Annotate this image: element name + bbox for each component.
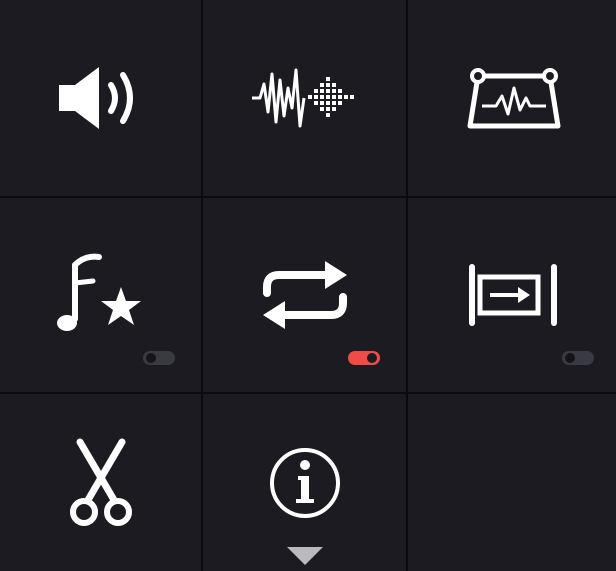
skip-toggle[interactable]	[562, 351, 594, 365]
toggle-knob	[367, 353, 377, 363]
info-icon	[269, 447, 340, 518]
volume-tile[interactable]	[0, 0, 201, 196]
oscilloscope-tile[interactable]	[408, 0, 616, 196]
toggle-knob	[565, 353, 575, 363]
repeat-tile[interactable]	[203, 198, 406, 392]
skip-to-end-icon	[469, 264, 557, 326]
repeat-icon	[262, 261, 347, 329]
trim-tile[interactable]	[0, 394, 201, 571]
oscilloscope-icon	[467, 68, 561, 129]
empty-tile	[408, 394, 616, 571]
skip-to-end-tile[interactable]	[408, 198, 616, 392]
waveform-tile[interactable]	[203, 0, 406, 196]
music-note-star-icon	[56, 253, 141, 331]
scissors-icon	[69, 438, 132, 526]
info-tile[interactable]	[203, 394, 406, 571]
favorite-sound-tile[interactable]	[0, 198, 201, 392]
toggle-knob	[146, 353, 156, 363]
speaker-volume-icon	[58, 67, 133, 129]
repeat-toggle[interactable]	[348, 351, 380, 365]
chevron-down-icon[interactable]	[286, 547, 323, 565]
favorite-toggle[interactable]	[143, 351, 175, 365]
waveform-icon	[251, 68, 354, 128]
control-grid	[0, 0, 616, 571]
